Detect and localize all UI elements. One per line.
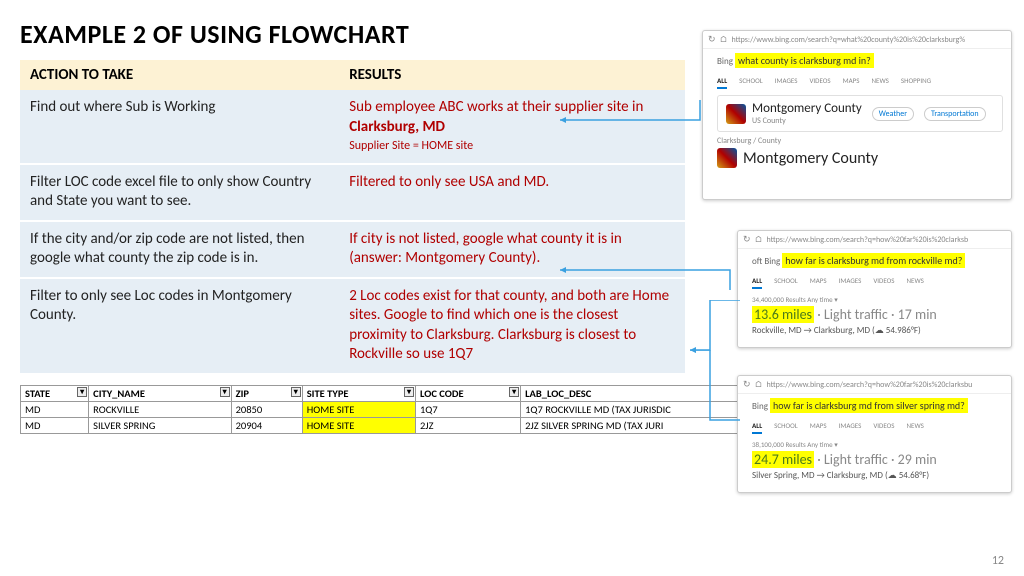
crest-icon bbox=[726, 104, 746, 124]
page-number: 12 bbox=[992, 554, 1004, 568]
browser-toolbar: ↻ ⌂ https://www.bing.com/search?q=what%2… bbox=[703, 31, 1011, 49]
distance-value: 13.6 miles bbox=[752, 306, 814, 323]
result-cell: If city is not listed, google what count… bbox=[339, 221, 685, 278]
url-bar[interactable]: https://www.bing.com/search?q=how%20far%… bbox=[766, 380, 972, 390]
search-tab[interactable]: IMAGES bbox=[839, 276, 862, 289]
search-query: how far is clarksburg md from silver spr… bbox=[770, 398, 968, 413]
bing-logo: Bing bbox=[717, 56, 733, 67]
search-tab[interactable]: SHOPPING bbox=[901, 76, 931, 89]
browser-county: ↻ ⌂ https://www.bing.com/search?q=what%2… bbox=[702, 30, 1012, 200]
home-icon[interactable]: ⌂ bbox=[755, 379, 763, 390]
search-tabs[interactable]: ALL SCHOOL MAPS IMAGES VIDEOS NEWS bbox=[752, 421, 1003, 434]
route-text: Silver Spring, MD → Clarksburg, MD (☁ 54… bbox=[752, 470, 1003, 481]
search-tab[interactable]: NEWS bbox=[907, 276, 924, 289]
filter-icon[interactable]: ▾ bbox=[77, 387, 87, 397]
excel-col[interactable]: CITY_NAME▾ bbox=[89, 385, 231, 401]
result-cell: Sub employee ABC works at their supplier… bbox=[339, 90, 685, 164]
excel-col[interactable]: LOC CODE▾ bbox=[415, 385, 520, 401]
action-cell: Filter to only see Loc codes in Montgome… bbox=[20, 278, 339, 374]
transport-chip[interactable]: Transportation bbox=[924, 107, 986, 121]
weather-chip[interactable]: Weather bbox=[872, 107, 914, 121]
browser-distance-2: ↻ ⌂ https://www.bing.com/search?q=how%20… bbox=[737, 375, 1012, 493]
search-tab[interactable]: SCHOOL bbox=[739, 76, 763, 89]
excel-col[interactable]: ZIP▾ bbox=[231, 385, 302, 401]
result-card: Montgomery County US County Weather Tran… bbox=[717, 95, 1003, 132]
action-cell: Find out where Sub is Working bbox=[20, 90, 339, 164]
search-tab[interactable]: VIDEOS bbox=[873, 421, 894, 434]
crest-icon bbox=[717, 148, 737, 168]
search-tab[interactable]: NEWS bbox=[907, 421, 924, 434]
search-tab[interactable]: IMAGES bbox=[839, 421, 862, 434]
breadcrumb: Clarksburg / County bbox=[717, 136, 1003, 146]
search-tab[interactable]: VIDEOS bbox=[809, 76, 830, 89]
excel-col[interactable]: STATE▾ bbox=[21, 385, 89, 401]
browser-toolbar: ↻ ⌂ https://www.bing.com/search?q=how%20… bbox=[738, 376, 1011, 394]
reload-icon[interactable]: ↻ bbox=[708, 34, 716, 45]
filter-icon[interactable]: ▾ bbox=[291, 387, 301, 397]
search-tab[interactable]: SCHOOL bbox=[774, 276, 798, 289]
action-cell: If the city and/or zip code are not list… bbox=[20, 221, 339, 278]
action-cell: Filter LOC code excel file to only show … bbox=[20, 164, 339, 221]
search-tab[interactable]: NEWS bbox=[872, 76, 889, 89]
distance-value: 24.7 miles bbox=[752, 451, 814, 468]
col-action: ACTION TO TAKE bbox=[20, 60, 339, 90]
reload-icon[interactable]: ↻ bbox=[743, 379, 751, 390]
search-query: what county is clarksburg md in? bbox=[735, 53, 874, 68]
url-bar[interactable]: https://www.bing.com/search?q=what%20cou… bbox=[731, 35, 965, 45]
search-tab[interactable]: ALL bbox=[717, 76, 727, 89]
filter-icon[interactable]: ▾ bbox=[509, 387, 519, 397]
col-results: RESULTS bbox=[339, 60, 685, 90]
filter-icon[interactable]: ▾ bbox=[404, 387, 414, 397]
search-tab[interactable]: ALL bbox=[752, 276, 762, 289]
search-tab[interactable]: VIDEOS bbox=[873, 276, 894, 289]
url-bar[interactable]: https://www.bing.com/search?q=how%20far%… bbox=[766, 235, 968, 245]
search-tab[interactable]: MAPS bbox=[810, 276, 827, 289]
filter-icon[interactable]: ▾ bbox=[220, 387, 230, 397]
search-tab[interactable]: IMAGES bbox=[775, 76, 798, 89]
browser-toolbar: ↻ ⌂ https://www.bing.com/search?q=how%20… bbox=[738, 231, 1011, 249]
bing-logo: oft Bing bbox=[752, 256, 780, 267]
excel-col[interactable]: SITE TYPE▾ bbox=[302, 385, 415, 401]
home-icon[interactable]: ⌂ bbox=[755, 234, 763, 245]
search-tab[interactable]: MAPS bbox=[810, 421, 827, 434]
result-cell: 2 Loc codes exist for that county, and b… bbox=[339, 278, 685, 374]
search-tabs[interactable]: ALL SCHOOL IMAGES VIDEOS MAPS NEWS SHOPPING bbox=[717, 76, 1003, 89]
search-tab[interactable]: MAPS bbox=[843, 76, 860, 89]
browser-distance-1: ↻ ⌂ https://www.bing.com/search?q=how%20… bbox=[737, 230, 1012, 348]
flowchart-table: ACTION TO TAKE RESULTS Find out where Su… bbox=[20, 60, 685, 375]
result-cell: Filtered to only see USA and MD. bbox=[339, 164, 685, 221]
search-tabs[interactable]: ALL SCHOOL MAPS IMAGES VIDEOS NEWS bbox=[752, 276, 1003, 289]
home-icon[interactable]: ⌂ bbox=[720, 34, 728, 45]
search-tab[interactable]: SCHOOL bbox=[774, 421, 798, 434]
search-tab[interactable]: ALL bbox=[752, 421, 762, 434]
search-query: how far is clarksburg md from rockville … bbox=[782, 253, 965, 268]
reload-icon[interactable]: ↻ bbox=[743, 234, 751, 245]
bing-logo: Bing bbox=[752, 401, 768, 412]
route-text: Rockville, MD → Clarksburg, MD (☁ 54.986… bbox=[752, 325, 1003, 336]
